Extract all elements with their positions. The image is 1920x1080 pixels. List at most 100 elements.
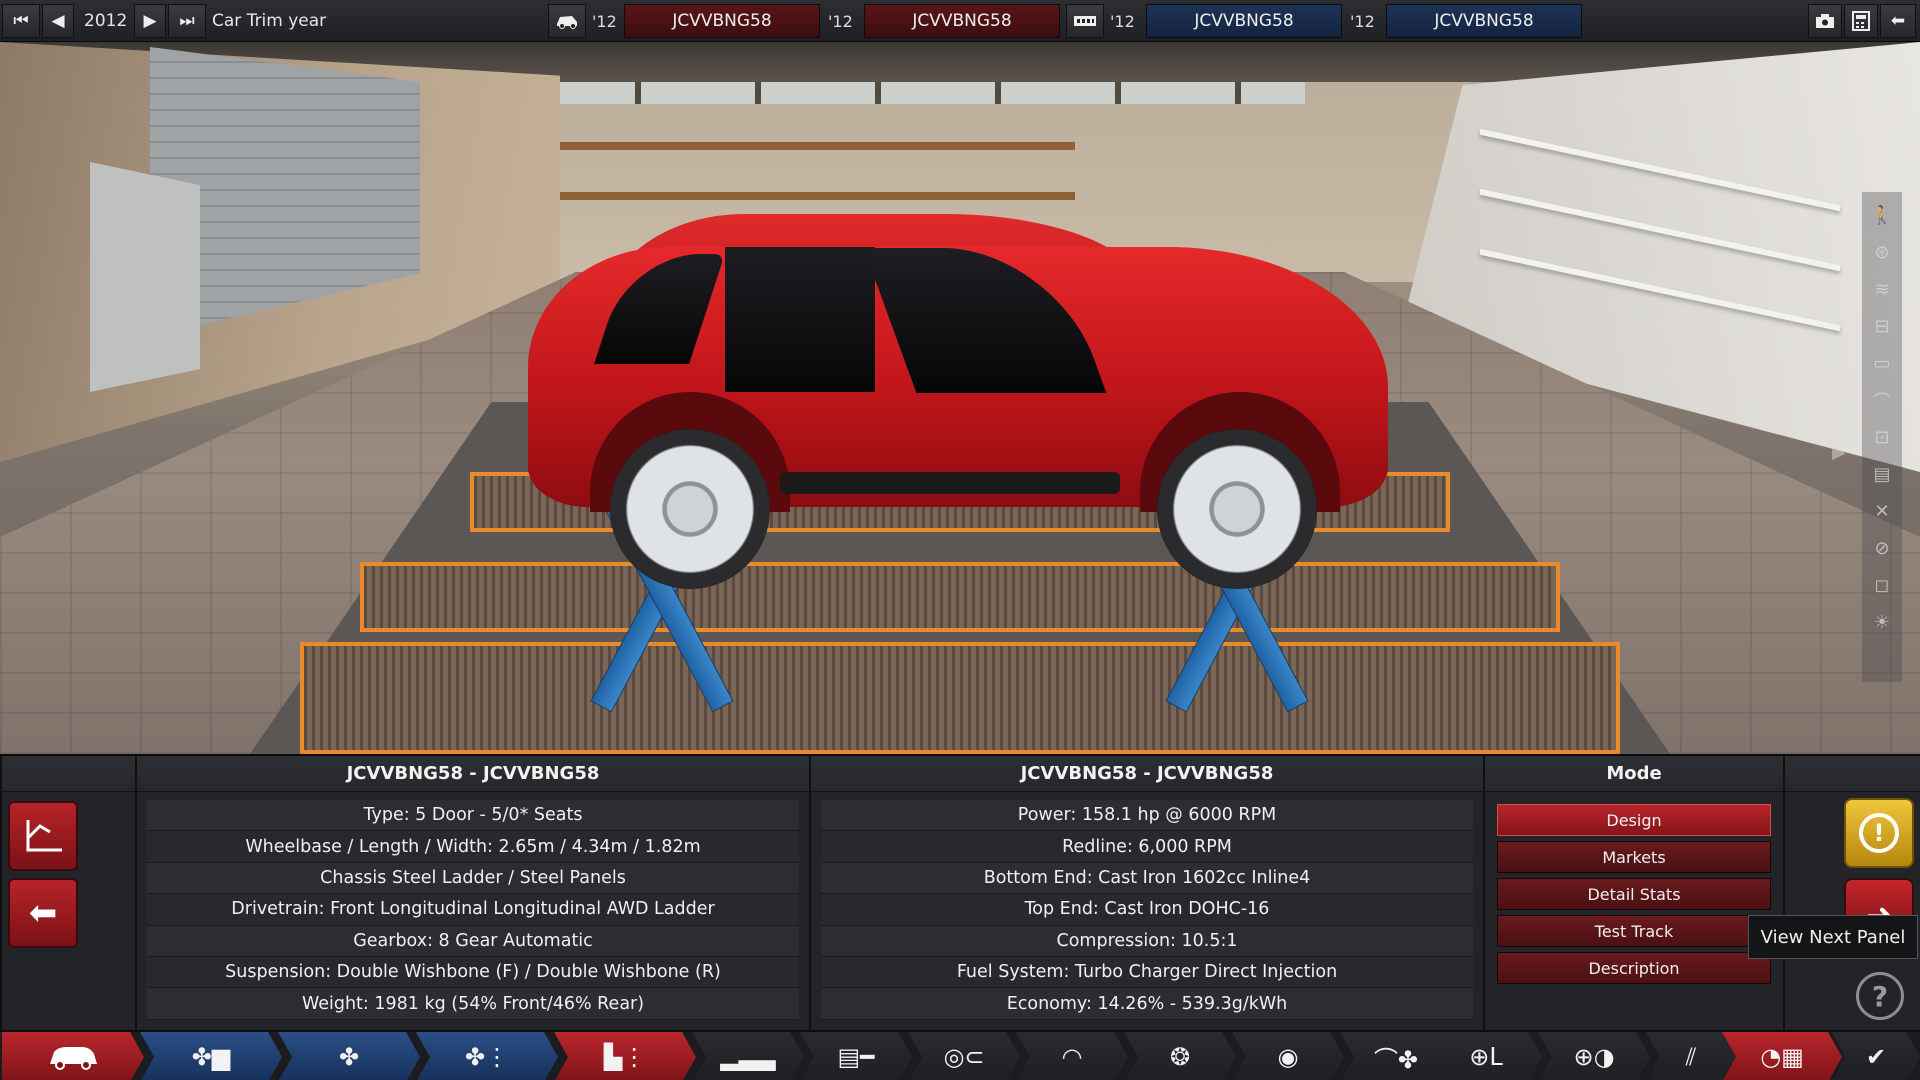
next-year-button[interactable]: ▶	[134, 4, 166, 38]
spring-nav-icon: ⫽	[1685, 1043, 1697, 1071]
car-model-icon-button[interactable]	[548, 4, 586, 38]
mode-panel: Mode Design Markets Detail Stats Test Tr…	[1483, 756, 1783, 1032]
prev-year-button[interactable]: ◀	[42, 4, 74, 38]
model-tab-1[interactable]: JCVVBNG58	[624, 4, 820, 38]
chassis-nav-icon: ▂▃▃	[720, 1043, 776, 1071]
car-wheel-front	[1157, 429, 1317, 589]
engine-block-icon	[1074, 16, 1096, 26]
steering-wheel-icon: ⊕◑	[1573, 1043, 1615, 1071]
brake-icon[interactable]: ⊘	[1868, 533, 1896, 564]
block-icon[interactable]: ▤	[1868, 459, 1896, 490]
spring-icon[interactable]: ≋	[1868, 274, 1896, 305]
nav-drivetrain[interactable]: ▤━	[800, 1032, 912, 1080]
axle-icon[interactable]: ⊟	[1868, 311, 1896, 342]
car-stats-panel: JCVVBNG58 - JCVVBNG58 Type: 5 Door - 5/0…	[135, 756, 809, 1032]
stat-row-dimensions: Wheelbase / Length / Width: 2.65m / 4.34…	[147, 831, 799, 863]
top-bar: ⏮ ◀ 2012 ▶ ⏭ Car Trim year '12 JCVVBNG58…	[0, 0, 1920, 42]
help-button[interactable]: ?	[1856, 972, 1904, 1020]
nav-engine-placement[interactable]: ◎⊂	[908, 1032, 1020, 1080]
help-icon: ?	[1871, 979, 1889, 1013]
stat-row-power: Power: 158.1 hp @ 6000 RPM	[821, 800, 1473, 832]
nav-tuning[interactable]: ⫽	[1646, 1032, 1736, 1080]
stat-row-redline: Redline: 6,000 RPM	[821, 831, 1473, 863]
next-icon: ▶	[143, 11, 157, 31]
year-label: 2012	[84, 11, 128, 31]
stat-row-weight: Weight: 1981 kg (54% Front/46% Rear)	[147, 988, 799, 1020]
back-arrow-icon: ⬅	[1890, 11, 1906, 31]
left-controls: ⬅	[0, 756, 135, 1032]
fastforward-year-button[interactable]: ⏭	[168, 4, 206, 38]
chassis-icon[interactable]: ▭	[1868, 348, 1896, 379]
engine-icon-button[interactable]	[1066, 4, 1104, 38]
trim-year-3: '12	[1110, 11, 1135, 31]
stat-row-type: Type: 5 Door - 5/0* Seats	[147, 800, 799, 832]
car-wheel-rear	[610, 429, 770, 589]
mode-markets-button[interactable]: Markets	[1497, 841, 1771, 873]
warnings-button[interactable]: !	[1844, 798, 1914, 868]
trim-icon: ▙⋮	[603, 1043, 647, 1071]
nav-wheels[interactable]: ❂	[1124, 1032, 1236, 1080]
exit-button[interactable]: ⬅	[1880, 4, 1916, 38]
mode-test-track-button[interactable]: Test Track	[1497, 915, 1771, 947]
engine-variant-tab[interactable]: JCVVBNG58	[1386, 4, 1582, 38]
drivetrain-nav-icon: ▤━	[837, 1043, 875, 1071]
car-stats-title: JCVVBNG58 - JCVVBNG58	[137, 756, 809, 792]
mode-title: Mode	[1485, 756, 1783, 792]
nav-safety[interactable]: ⊕◑	[1538, 1032, 1650, 1080]
engine-family-icon: ✤▆	[191, 1043, 231, 1071]
mode-button-list: Design Markets Detail Stats Test Track D…	[1485, 792, 1783, 984]
calculator-icon	[1852, 11, 1870, 31]
rewind-year-button[interactable]: ⏮	[2, 4, 40, 38]
trim-year-2: '12	[828, 11, 853, 31]
suspension-icon[interactable]: ✕	[1868, 496, 1896, 527]
gauge-flag-icon: ◔▦	[1760, 1043, 1804, 1071]
calculator-button[interactable]	[1844, 4, 1878, 38]
fastforward-icon: ⏭	[179, 11, 195, 31]
garage-shelf	[495, 192, 1075, 200]
frame-icon[interactable]: ◻	[1868, 570, 1896, 601]
trim-year-1: '12	[592, 11, 617, 31]
stat-row-fuel-system: Fuel System: Turbo Charger Direct Inject…	[821, 956, 1473, 989]
back-arrow-icon: ⬅	[28, 893, 58, 933]
wheel-view-icon[interactable]: ⊛	[1868, 237, 1896, 268]
stat-row-chassis: Chassis Steel Ladder / Steel Panels	[147, 862, 799, 895]
expand-toolbar-arrow-icon[interactable]: ▶	[1832, 442, 1854, 468]
engine-stats-panel: JCVVBNG58 - JCVVBNG58 Power: 158.1 hp @ …	[809, 756, 1483, 1032]
aero-icon: ⌒✤	[1373, 1045, 1419, 1074]
chassis-axes-button[interactable]	[8, 801, 78, 871]
wheel-nav-icon: ❂	[1169, 1043, 1191, 1071]
prev-icon: ◀	[51, 11, 65, 31]
side-door	[90, 162, 200, 392]
nav-interior[interactable]: ⊕ᒪ	[1430, 1032, 1542, 1080]
engine-family-tab[interactable]: JCVVBNG58	[1146, 4, 1342, 38]
nav-brakes[interactable]: ◉	[1232, 1032, 1344, 1080]
camera-icon	[1816, 14, 1834, 28]
trim-year-label: Car Trim year	[212, 11, 327, 31]
nav-engine-variant[interactable]: ✤⋮	[416, 1032, 558, 1080]
screenshot-button[interactable]	[1808, 4, 1842, 38]
nav-testing[interactable]: ◔▦	[1722, 1032, 1842, 1080]
nav-engine-block[interactable]: ✤	[278, 1032, 420, 1080]
nav-car-model[interactable]	[2, 1032, 144, 1080]
engine-view-icon[interactable]: ⊡	[1868, 422, 1896, 453]
stat-row-bottom-end: Bottom End: Cast Iron 1602cc Inline4	[821, 862, 1473, 895]
car-side-skirt	[780, 472, 1120, 494]
trim-tab-1[interactable]: JCVVBNG58	[864, 4, 1060, 38]
nav-finish[interactable]: ✔	[1832, 1032, 1920, 1080]
nav-trim[interactable]: ▙⋮	[554, 1032, 696, 1080]
back-button[interactable]: ⬅	[8, 878, 78, 948]
brake-disc-icon: ◉	[1277, 1043, 1299, 1071]
garage-scene-viewport[interactable]: ▶ 🚶 ⊛ ≋ ⊟ ▭ ⌒ ⊡ ▤ ✕ ⊘ ◻ ☀	[0, 42, 1920, 754]
mode-design-button[interactable]: Design	[1497, 804, 1771, 836]
body-icon[interactable]: ⌒	[1868, 385, 1896, 416]
driver-icon[interactable]: 🚶	[1868, 200, 1896, 231]
car-window	[725, 247, 875, 392]
mode-description-button[interactable]: Description	[1497, 952, 1771, 984]
nav-engine-family[interactable]: ✤▆	[140, 1032, 282, 1080]
mode-detail-stats-button[interactable]: Detail Stats	[1497, 878, 1771, 910]
light-bulb-icon[interactable]: ☀	[1868, 607, 1896, 638]
nav-suspension[interactable]: ◠	[1016, 1032, 1128, 1080]
nav-chassis[interactable]: ▂▃▃	[692, 1032, 804, 1080]
lift-ramp-plate	[360, 562, 1560, 632]
lift-ramp-plate	[300, 642, 1620, 754]
